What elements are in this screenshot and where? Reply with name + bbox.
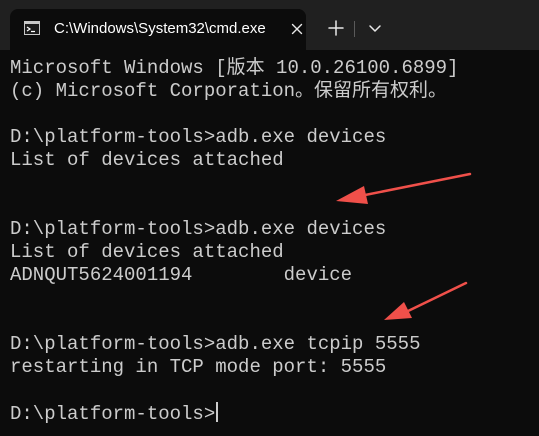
close-icon[interactable] xyxy=(288,20,306,38)
console-line: D:\platform-tools>adb.exe tcpip 5555 xyxy=(10,333,421,355)
console-line: (c) Microsoft Corporation。保留所有权利。 xyxy=(10,80,448,102)
tab-cmd[interactable]: C:\Windows\System32\cmd.exe xyxy=(10,9,306,50)
chevron-down-icon[interactable] xyxy=(362,14,388,42)
tab-divider xyxy=(354,21,355,37)
new-tab-button[interactable] xyxy=(322,14,350,42)
cmd-icon xyxy=(24,21,40,35)
prompt-text: D:\platform-tools> xyxy=(10,403,216,425)
tab-strip: C:\Windows\System32\cmd.exe xyxy=(0,0,539,50)
console-line: restarting in TCP mode port: 5555 xyxy=(10,356,387,378)
console-line: D:\platform-tools>adb.exe devices xyxy=(10,126,387,148)
console-line: D:\platform-tools>adb.exe devices xyxy=(10,218,387,240)
text-cursor xyxy=(216,402,219,422)
annotation-arrow-2 xyxy=(384,281,468,320)
console-line: List of devices attached xyxy=(10,241,284,263)
console-output[interactable]: Microsoft Windows [版本 10.0.26100.6899] (… xyxy=(10,57,539,436)
terminal-window: C:\Windows\System32\cmd.exe Microsoft Wi… xyxy=(0,0,539,436)
prompt-line[interactable]: D:\platform-tools> xyxy=(10,402,539,425)
console-line: Microsoft Windows [版本 10.0.26100.6899] xyxy=(10,57,459,79)
annotation-arrow-1 xyxy=(336,172,472,204)
